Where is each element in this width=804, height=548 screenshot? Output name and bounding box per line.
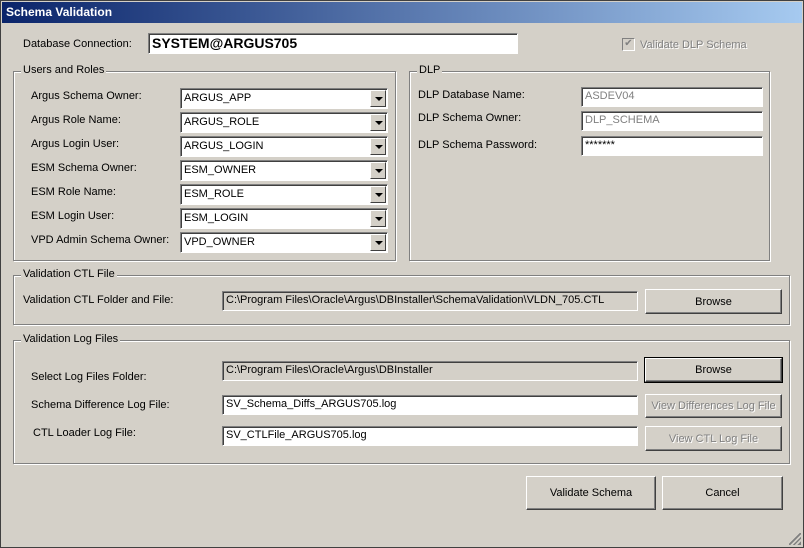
esm-login-user-value: ESM_LOGIN [184,212,249,224]
vpd-admin-schema-owner-label: VPD Admin Schema Owner: [31,234,170,246]
chevron-down-icon[interactable] [370,138,386,155]
log-folder-browse-button[interactable]: Browse [644,357,783,383]
chevron-down-icon[interactable] [370,186,386,203]
argus-role-name-select[interactable]: ARGUS_ROLE [180,112,388,133]
schema-validation-window: Schema Validation Database Connection: S… [0,0,804,548]
schema-diff-log-field[interactable]: SV_Schema_Diffs_ARGUS705.log [222,395,638,415]
chevron-down-icon[interactable] [370,234,386,251]
dlp-database-name-label: DLP Database Name: [418,89,525,101]
dlp-schema-owner-field[interactable]: DLP_SCHEMA [581,111,763,131]
validation-ctl-title: Validation CTL File [21,268,117,280]
esm-login-user-select[interactable]: ESM_LOGIN [180,208,388,229]
chevron-down-icon[interactable] [370,90,386,107]
validation-log-title: Validation Log Files [21,333,121,345]
vpd-admin-schema-owner-select[interactable]: VPD_OWNER [180,232,388,253]
argus-role-name-label: Argus Role Name: [31,114,121,126]
esm-role-name-label: ESM Role Name: [31,186,116,198]
chevron-down-icon[interactable] [370,162,386,179]
argus-login-user-label: Argus Login User: [31,138,120,150]
resize-grip-icon[interactable] [789,533,801,545]
users-roles-title: Users and Roles [21,64,107,76]
esm-schema-owner-label: ESM Schema Owner: [31,162,137,174]
dlp-schema-owner-label: DLP Schema Owner: [418,112,522,124]
schema-diff-log-label: Schema Difference Log File: [31,399,170,411]
esm-schema-owner-select[interactable]: ESM_OWNER [180,160,388,181]
ctl-folder-file-field[interactable]: C:\Program Files\Oracle\Argus\DBInstalle… [222,291,638,311]
ctl-loader-log-field[interactable]: SV_CTLFile_ARGUS705.log [222,426,638,446]
view-ctl-log-button[interactable]: View CTL Log File [645,426,782,451]
database-connection-label: Database Connection: [23,38,132,50]
database-connection-field[interactable]: SYSTEM@ARGUS705 [148,33,518,54]
dlp-title: DLP [417,64,443,76]
dlp-schema-password-field[interactable]: ******* [581,136,763,156]
window-title: Schema Validation [2,2,802,23]
argus-login-user-select[interactable]: ARGUS_LOGIN [180,136,388,157]
argus-login-user-value: ARGUS_LOGIN [184,140,264,152]
validate-dlp-checkbox[interactable]: ✔ [622,38,635,51]
esm-schema-owner-value: ESM_OWNER [184,164,257,176]
ctl-browse-button[interactable]: Browse [645,289,782,314]
view-differences-log-button[interactable]: View Differences Log File [645,394,782,418]
chevron-down-icon[interactable] [370,114,386,131]
validate-schema-button[interactable]: Validate Schema [526,476,656,510]
argus-schema-owner-select[interactable]: ARGUS_APP [180,88,388,109]
dlp-schema-password-label: DLP Schema Password: [418,139,538,151]
cancel-button[interactable]: Cancel [662,476,783,510]
ctl-loader-log-label: CTL Loader Log File: [33,427,136,439]
chevron-down-icon[interactable] [370,210,386,227]
ctl-folder-file-label: Validation CTL Folder and File: [23,294,174,306]
esm-role-name-select[interactable]: ESM_ROLE [180,184,388,205]
dlp-database-name-field[interactable]: ASDEV04 [581,87,763,107]
argus-schema-owner-value: ARGUS_APP [184,92,252,104]
log-folder-label: Select Log Files Folder: [31,371,147,383]
validate-dlp-label: Validate DLP Schema [640,39,747,51]
log-folder-field[interactable]: C:\Program Files\Oracle\Argus\DBInstalle… [222,361,638,381]
esm-role-name-value: ESM_ROLE [184,188,244,200]
vpd-admin-schema-owner-value: VPD_OWNER [184,236,255,248]
argus-schema-owner-label: Argus Schema Owner: [31,90,142,102]
esm-login-user-label: ESM Login User: [31,210,115,222]
checkmark-icon: ✔ [624,38,633,49]
argus-role-name-value: ARGUS_ROLE [184,116,260,128]
